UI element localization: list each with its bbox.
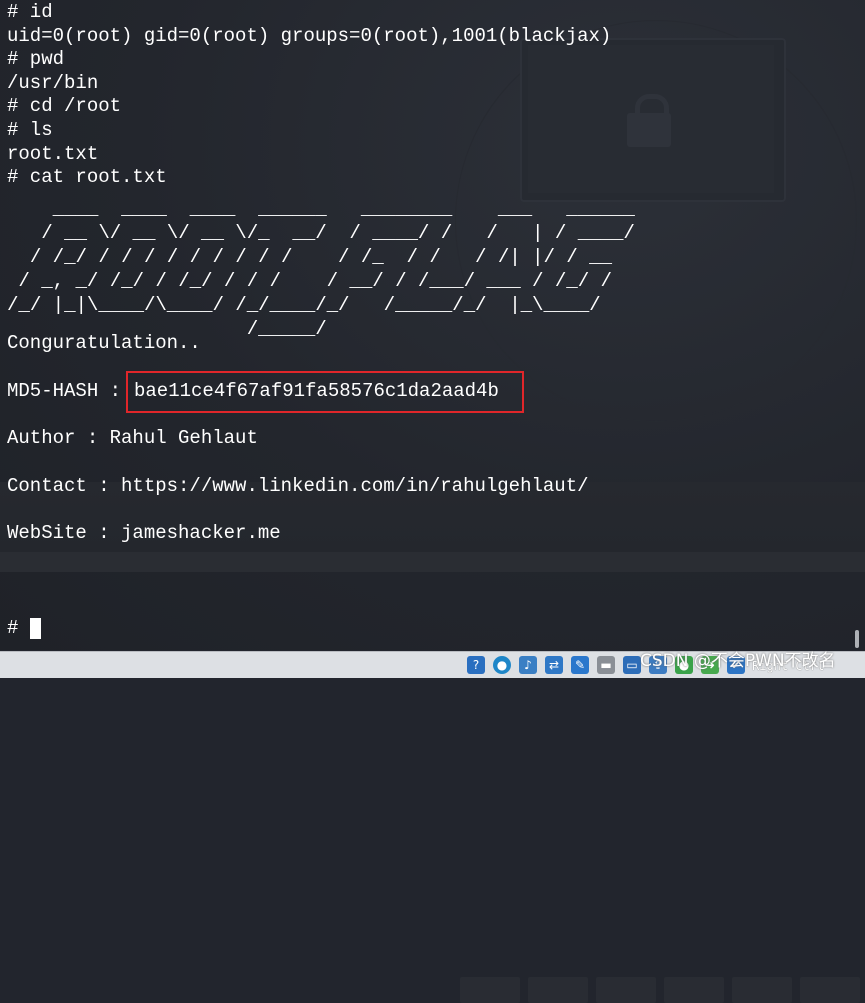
folder-icon[interactable]: ▬ bbox=[597, 656, 615, 674]
terminal-window[interactable]: # id uid=0(root) gid=0(root) groups=0(ro… bbox=[0, 0, 865, 650]
terminal-scrollbar[interactable] bbox=[855, 630, 859, 648]
pen-icon[interactable]: ✎ bbox=[571, 656, 589, 674]
congrats-text: Conguratulation.. bbox=[7, 332, 201, 354]
terminal-line: root.txt bbox=[7, 143, 99, 165]
terminal-line: /usr/bin bbox=[7, 72, 99, 94]
text-cursor bbox=[30, 618, 41, 639]
contact-text: Contact : https://www.linkedin.com/in/ra… bbox=[7, 475, 589, 497]
terminal-line: # cat root.txt bbox=[7, 166, 167, 188]
shell-prompt: # bbox=[7, 617, 19, 639]
csdn-watermark: CSDN @不会PWN不改名 bbox=[640, 651, 836, 671]
disc-icon[interactable]: ● bbox=[493, 656, 511, 674]
website-text: WebSite : jameshacker.me bbox=[7, 522, 281, 544]
terminal-line: # id bbox=[7, 1, 53, 23]
md5-hash-label: MD5-HASH : bbox=[7, 380, 133, 402]
terminal-line: # pwd bbox=[7, 48, 65, 70]
help-icon[interactable]: ? bbox=[467, 656, 485, 674]
terminal-line: # ls bbox=[7, 119, 53, 141]
terminal-line: uid=0(root) gid=0(root) groups=0(root),1… bbox=[7, 25, 612, 47]
author-text: Author : Rahul Gehlaut bbox=[7, 427, 258, 449]
audio-icon[interactable]: ♪ bbox=[519, 656, 537, 674]
root-flag-ascii-banner: ____ ____ ____ ______ ________ ___ _____… bbox=[7, 198, 635, 340]
terminal-line: # cd /root bbox=[7, 95, 122, 117]
hash-highlight-box bbox=[126, 371, 524, 413]
display-icon[interactable]: ▭ bbox=[623, 656, 641, 674]
network-icon[interactable]: ⇄ bbox=[545, 656, 563, 674]
